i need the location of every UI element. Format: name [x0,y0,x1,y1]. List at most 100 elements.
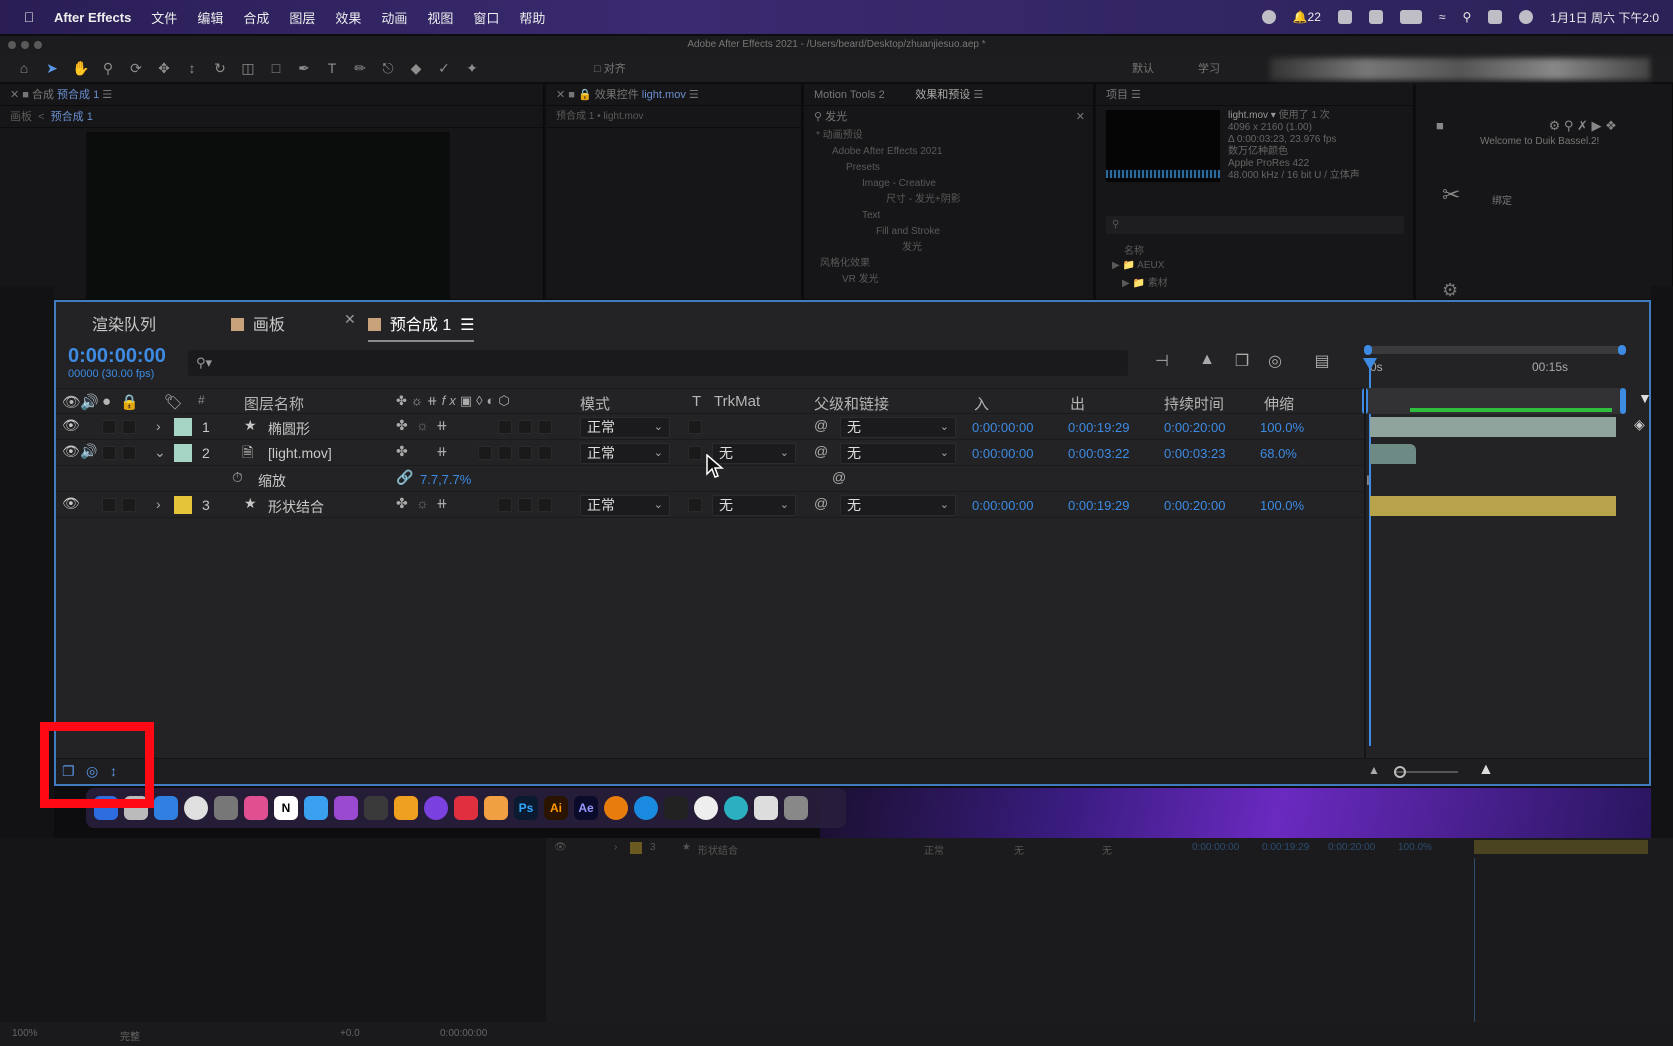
pocket-icon[interactable] [454,796,478,820]
tree-item[interactable]: 尺寸 - 发光+阴影 [816,192,1093,208]
browser-icon[interactable] [634,796,658,820]
trkmat-dropdown[interactable]: 无 ⌄ [712,443,796,464]
zoom-level[interactable]: 100% [12,1028,38,1039]
in-point[interactable]: 0:00:00:00 [972,420,1033,435]
collapse-switch-icon[interactable]: ☼ [416,495,429,511]
layer-label-color[interactable] [174,496,192,514]
mode-dropdown[interactable]: 正常 ⌄ [580,495,670,516]
zoom-slider-knob[interactable] [1394,766,1406,778]
workspace-learn[interactable]: 学习 [1198,60,1220,76]
zoom-tool-icon[interactable]: ⚲ [100,60,116,77]
keyframe-nav-icon[interactable]: I [1366,472,1370,488]
clone-stamp-icon[interactable]: ⎋ [380,60,396,77]
affinity-icon[interactable] [334,796,358,820]
panel-menu-icon[interactable]: ☰ [460,317,474,334]
video-toggle-header-icon[interactable]: 👁 [62,393,81,411]
zoom-in-icon[interactable]: ▲ [1478,761,1494,779]
hand-tool-icon[interactable]: ✋ [72,60,89,77]
spotlight-icon[interactable]: ⚲ [1463,10,1472,24]
out-point[interactable]: 0:00:19:29 [1068,498,1129,513]
graph-editor-icon[interactable]: ▤ [1311,351,1333,371]
blender-icon[interactable] [604,796,628,820]
comp-flowchart-icon[interactable]: ⊣ [1151,351,1173,371]
expand-chevron-icon[interactable]: › [156,496,161,512]
frame-blending-icon[interactable]: ❐ [1231,351,1253,371]
bone-icon[interactable]: ✂ [1442,182,1460,208]
motion-blur-icon[interactable]: ◎ [1264,351,1286,371]
eye-icon[interactable]: 👁 [62,417,80,434]
motion-blur-switch[interactable] [518,498,532,512]
project-title[interactable]: 项目 [1106,89,1128,101]
tab-motion-tools[interactable]: Motion Tools 2 [814,89,885,101]
preview-icon[interactable] [484,796,508,820]
preserve-transparency-toggle[interactable] [688,446,702,460]
sketch-icon[interactable] [394,796,418,820]
stretch[interactable]: 68.0% [1260,446,1297,461]
pick-whip-icon[interactable]: @ [814,417,828,433]
work-area-start-handle[interactable] [1364,345,1372,355]
fx-switch[interactable] [498,498,512,512]
header-out[interactable]: 出 [1070,393,1085,414]
panel-divider[interactable] [1364,388,1366,758]
chrome-icon[interactable] [184,796,208,820]
figma-icon[interactable] [664,796,688,820]
podcast-icon[interactable] [424,796,448,820]
notification-status[interactable]: 🔔22 [1293,10,1321,24]
zoom-window-button[interactable] [34,41,42,49]
after-effects-icon[interactable]: Ae [574,796,598,820]
label-header-icon[interactable]: 🏷 [164,393,183,411]
tree-item[interactable]: VR 发光 [816,272,1093,288]
lock-toggle[interactable] [122,446,136,460]
current-time-display[interactable]: 0:00:00:00 [68,345,166,368]
effects-search-input[interactable]: 发光 [825,111,847,123]
preserve-transparency-toggle[interactable] [688,498,702,512]
header-stretch[interactable]: 伸缩 [1264,393,1294,414]
comp-name[interactable]: 预合成 1 [57,89,99,101]
work-area-end-marker[interactable] [1620,388,1626,414]
comp-breadcrumb[interactable]: 预合成 1 [51,111,93,123]
adjustment-switch[interactable] [538,498,552,512]
fx-switch[interactable] [478,446,492,460]
speaker-icon[interactable]: 🔊 [80,443,97,460]
mode-dropdown[interactable]: 正常 ⌄ [580,443,670,464]
dolly-tool-icon[interactable]: ↕ [184,60,200,76]
parent-dropdown[interactable]: 无 ⌄ [840,443,956,464]
timeline-ruler-track[interactable] [1362,388,1626,414]
quicktime-icon[interactable] [724,796,748,820]
brush-tool-icon[interactable]: ✏ [352,60,368,77]
close-window-button[interactable] [8,41,16,49]
fx-switch[interactable] [498,420,512,434]
solo-toggle[interactable] [102,420,116,434]
expand-chevron-icon[interactable]: › [156,418,161,434]
system-prefs-icon[interactable] [214,796,238,820]
parent-dropdown[interactable]: 无 ⌄ [840,495,956,516]
layer-row[interactable]: 👁 › 1 ★ 椭圆形 ✤ ☼ ⧺ 正常 ⌄ @ 无 ⌄ 0:00:00:00 0:… [56,414,1366,440]
workspace-default[interactable]: 默认 [1132,60,1154,76]
tree-item[interactable]: Adobe After Effects 2021 [816,144,1093,160]
tab-board[interactable]: 画板 [231,311,285,335]
zoom-slider[interactable] [1394,766,1458,778]
rotate-tool-icon[interactable]: ↻ [212,60,228,77]
work-area-end-handle[interactable] [1618,345,1626,355]
solo-header-icon[interactable]: ● [102,393,111,410]
shy-switch-icon[interactable]: ✤ [396,443,408,460]
battery-icon[interactable] [1399,10,1422,24]
mode-dropdown[interactable]: 正常 ⌄ [580,417,670,438]
quality-switch-icon[interactable]: ⧺ [436,417,448,434]
menu-layer[interactable]: 图层 [289,8,315,27]
menu-composition[interactable]: 合成 [243,8,269,27]
out-point[interactable]: 0:00:03:22 [1068,446,1129,461]
menu-animation[interactable]: 动画 [381,8,407,27]
scale-value[interactable]: 7.7,7.7% [420,472,471,487]
layer-row[interactable]: 👁 › 3 ★ 形状结合 ✤ ☼ ⧺ 正常 ⌄ 无 ⌄ @ 无 ⌄ 0:00:00:0… [56,492,1366,518]
minimize-window-button[interactable] [21,41,29,49]
work-area-bar[interactable] [1364,345,1626,355]
adjustment-switch[interactable] [538,446,552,460]
pick-whip-icon[interactable]: @ [814,443,828,459]
safari-icon[interactable] [154,796,178,820]
zoom-out-icon[interactable]: ▲ [1368,763,1380,777]
layer-label-color[interactable] [174,418,192,436]
duration[interactable]: 0:00:03:23 [1164,446,1225,461]
preserve-transparency-toggle[interactable] [688,420,702,434]
rectangle-tool-icon[interactable]: □ [268,60,284,76]
